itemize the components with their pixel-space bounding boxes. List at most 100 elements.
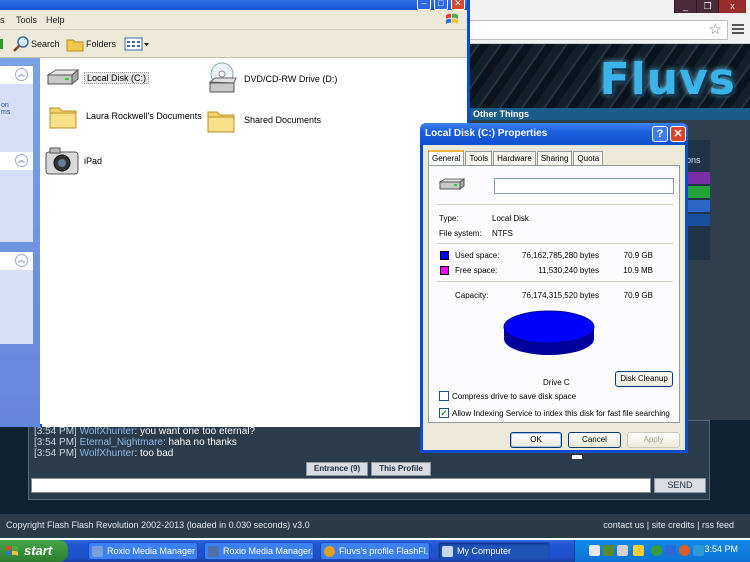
disk-cleanup-button[interactable]: Disk Cleanup [615,371,673,387]
explorer-toolbar: Search Folders [0,30,467,58]
task-my-computer[interactable]: My Computer [438,542,550,560]
free-space-bytes: 11,530,240 bytes [538,266,599,275]
windows-flag-icon [6,545,18,556]
folder-icon [207,111,235,133]
chat-log: [3:54 PM] WolfXhunter: you want one too … [34,426,255,459]
task-roxio-media-manager[interactable]: Roxio Media Manager [88,542,198,560]
used-space-swatch [440,251,449,260]
explorer-minimize-button[interactable]: – [417,0,431,10]
task-browser-fluvs-profile[interactable]: Fluvs's profile FlashFl... [320,542,430,560]
index-checkbox-row[interactable]: ✓ Allow Indexing Service to index this d… [439,408,670,418]
free-space-label: Free space: [455,266,498,275]
task-pane-section: ︽ on ms [0,66,33,162]
browser-close-button[interactable]: x [718,0,746,13]
explorer-task-pane: ︽ on ms ︽ ︽ [0,58,40,427]
send-button[interactable]: SEND [654,478,706,493]
general-tab-panel: Type: Local Disk File system: NTFS Used … [428,165,680,423]
search-button[interactable]: Search [13,36,60,52]
browser-menu-icon[interactable] [732,22,744,36]
tab-sharing[interactable]: Sharing [536,151,573,165]
site-footer: Copyright Flash Flash Revolution 2002-20… [0,514,750,538]
local-disk-c-item[interactable]: Local Disk (C:) [46,68,150,88]
menu-help[interactable]: Help [46,15,65,25]
collapse-chevron-icon[interactable]: ︽ [15,154,28,167]
views-button[interactable] [124,36,150,52]
explorer-close-button[interactable]: ✕ [451,0,465,10]
tab-quota[interactable]: Quota [573,151,604,165]
compress-checkbox-row[interactable]: Compress drive to save disk space [439,391,576,401]
file-system-value: NTFS [492,229,513,238]
compress-checkbox[interactable] [439,391,449,401]
apply-button[interactable]: Apply [627,432,680,448]
my-computer-window: – □ ✕ s Tools Help Search Folders ︽ on m… [0,0,470,427]
tray-icon[interactable] [617,545,628,556]
chrome-icon [324,546,335,557]
views-icon [124,37,149,51]
index-checkbox[interactable]: ✓ [439,408,449,418]
collapse-chevron-icon[interactable]: ︽ [15,68,28,81]
bookmark-star-icon[interactable]: ☆ [709,22,722,38]
dialog-tabs: General Tools Hardware Sharing Quota [428,150,604,166]
capacity-gb: 70.9 GB [623,291,653,300]
capacity-bytes: 76,174,315,520 bytes [522,291,599,300]
tray-icon[interactable] [665,545,676,556]
collapse-chevron-icon[interactable]: ︽ [15,254,28,267]
footer-links[interactable]: contact us | site credits | rss feed [603,514,734,536]
minimize-button[interactable]: _ [674,0,696,13]
menu-file-fragment[interactable]: s [0,15,5,25]
task-link[interactable]: on [0,102,33,109]
separator [437,243,673,244]
used-space-label: Used space: [455,251,500,260]
help-button[interactable]: ? [652,126,668,142]
cancel-button[interactable]: Cancel [568,432,621,448]
shared-documents-folder[interactable]: Shared Documents [206,106,321,134]
folders-button[interactable]: Folders [66,36,116,52]
volume-label-input[interactable] [494,178,674,194]
used-space-gb: 70.9 GB [623,251,653,260]
free-space-mb: 10.9 MB [623,266,653,275]
copyright-text: Copyright Flash Flash Revolution 2002-20… [6,520,310,530]
clock: 3:54 PM [704,544,738,554]
task-link[interactable]: ms [0,109,33,116]
side-swatch [686,186,710,198]
explorer-titlebar: – □ ✕ [0,0,467,10]
free-space-swatch [440,266,449,275]
menu-tools[interactable]: Tools [16,15,37,25]
tray-icon[interactable] [679,545,690,556]
properties-dialog: Local Disk (C:) Properties ? ✕ General T… [420,123,688,453]
this-profile-tab[interactable]: This Profile [371,462,431,476]
explorer-menubar: s Tools Help [0,10,467,30]
chat-input[interactable] [31,478,651,493]
tray-icon[interactable] [589,545,600,556]
toolbar-back-fragment[interactable] [0,36,4,52]
task-roxio-media-manager-2[interactable]: Roxio Media Manager... [204,542,314,560]
type-label: Type: [439,214,459,223]
arrow-icon [0,39,3,49]
ok-button[interactable]: OK [510,432,562,448]
tray-icon[interactable] [651,545,662,556]
entrance-tab[interactable]: Entrance (9) [306,462,368,476]
dialog-title: Local Disk (C:) Properties [425,128,548,139]
tab-tools[interactable]: Tools [465,151,493,165]
hard-drive-icon [46,68,80,86]
address-bar[interactable] [468,20,728,40]
dvd-drive-item[interactable]: DVD/CD-RW Drive (D:) [206,62,337,96]
tab-general[interactable]: General [428,150,465,166]
tray-icon[interactable] [633,545,644,556]
laura-documents-folder[interactable]: Laura Rockwell's Documents [48,102,202,130]
dialog-body: General Tools Hardware Sharing Quota Typ… [423,145,685,450]
file-system-label: File system: [439,229,482,238]
browser-chrome: _ ❐ x ☆ [468,0,750,44]
taskbar: start Roxio Media Manager Roxio Media Ma… [0,540,750,562]
explorer-maximize-button[interactable]: □ [434,0,448,10]
site-logo[interactable]: Fluvs [600,54,736,105]
dialog-close-button[interactable]: ✕ [670,126,686,142]
folder-icon [66,39,84,52]
disk-usage-pie [503,310,595,355]
start-button[interactable]: start [0,540,68,562]
tray-icon[interactable] [603,545,614,556]
ipad-item[interactable]: iPad [44,144,102,178]
tab-hardware[interactable]: Hardware [493,151,536,165]
speaker-icon[interactable] [693,545,704,556]
restore-button[interactable]: ❐ [696,0,718,13]
